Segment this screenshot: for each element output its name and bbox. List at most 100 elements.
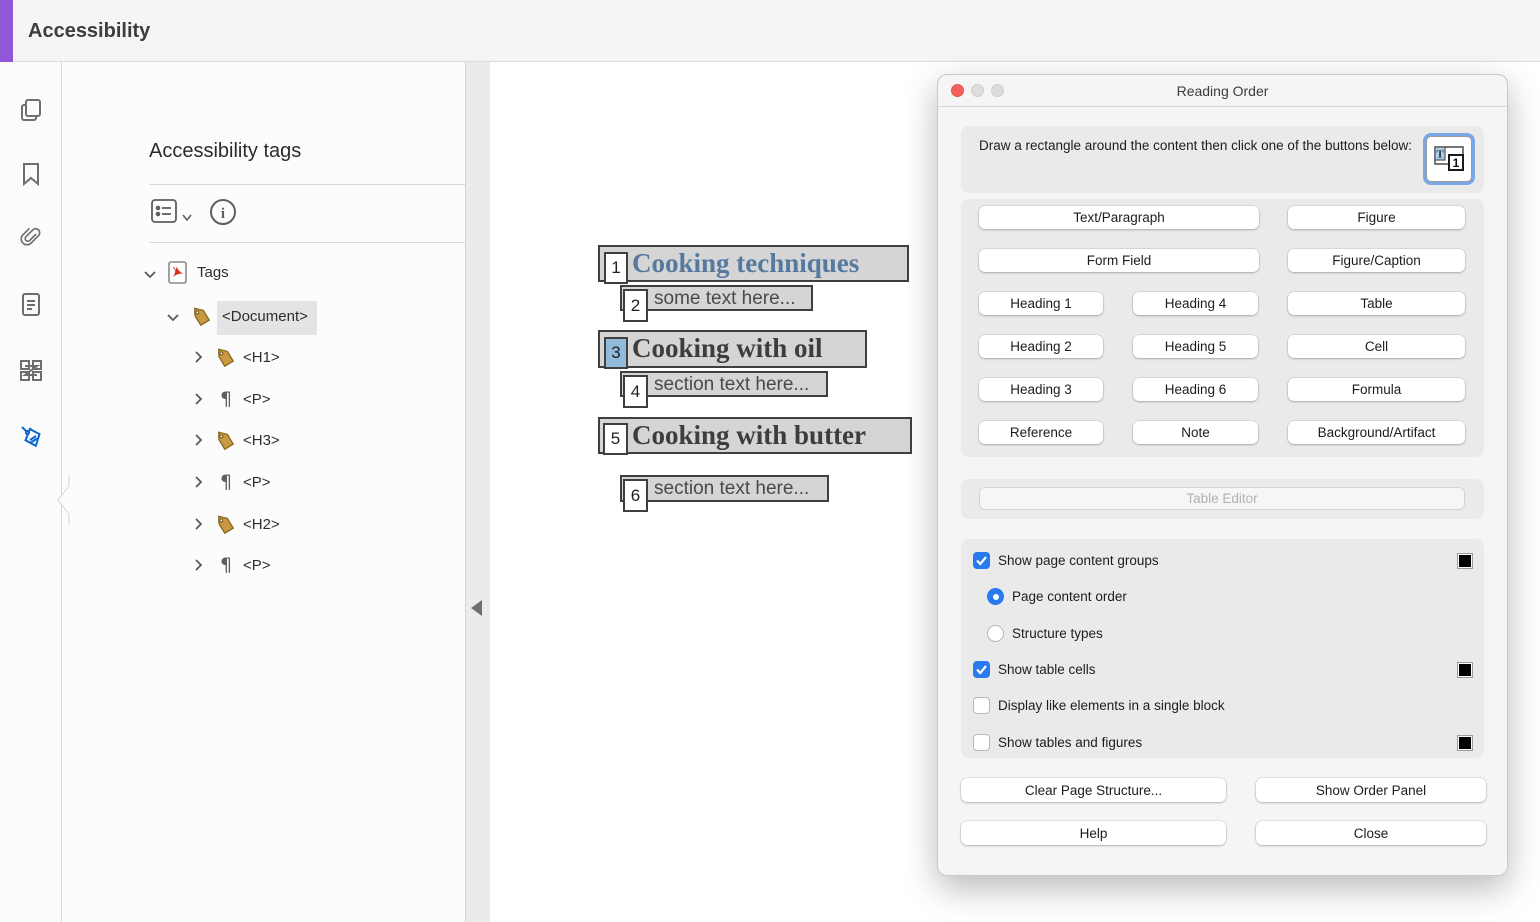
note-button[interactable]: Note (1133, 421, 1258, 444)
help-button[interactable]: Help (961, 821, 1226, 845)
content-block-heading2[interactable]: Cooking with butter (598, 417, 912, 454)
show-tables-figures-checkbox[interactable] (973, 734, 990, 751)
option-row: Display like elements in a single block (961, 697, 1484, 715)
show-table-cells-checkbox[interactable] (973, 661, 990, 678)
form-field-button[interactable]: Form Field (979, 249, 1259, 272)
content-block-heading1[interactable]: Cooking techniques (598, 245, 909, 282)
dropdown-caret-icon[interactable] (182, 208, 192, 215)
tree-item-document[interactable]: <Document> (222, 308, 308, 325)
divider (149, 242, 509, 243)
content-block-paragraph[interactable]: section text here... (620, 475, 829, 502)
attachments-icon[interactable] (16, 223, 46, 253)
tree-item-tags-root[interactable]: Tags (197, 264, 229, 281)
cell-button[interactable]: Cell (1288, 335, 1465, 358)
info-icon[interactable]: i (209, 198, 237, 226)
reading-order-dialog: Reading Order Draw a rectangle around th… (937, 74, 1508, 876)
show-order-panel-button[interactable]: Show Order Panel (1256, 778, 1486, 802)
content-block-paragraph[interactable]: section text here... (620, 371, 828, 397)
heading-3-button[interactable]: Heading 3 (979, 378, 1103, 401)
option-row: Structure types (961, 625, 1484, 643)
instruction-text: Draw a rectangle around the content then… (979, 136, 1424, 155)
formula-button[interactable]: Formula (1288, 378, 1465, 401)
chevron-down-icon[interactable] (143, 267, 157, 281)
table-editor-button: Table Editor (979, 487, 1465, 510)
text-paragraph-button[interactable]: Text/Paragraph (979, 206, 1259, 229)
option-label[interactable]: Display like elements in a single block (998, 698, 1225, 713)
tree-item-p[interactable]: <P> (243, 557, 271, 574)
option-label[interactable]: Show tables and figures (998, 735, 1142, 750)
option-row: Show table cells (961, 661, 1484, 679)
background-artifact-button[interactable]: Background/Artifact (1288, 421, 1465, 444)
dialog-title: Reading Order (938, 75, 1507, 107)
tree-item-p[interactable]: <P> (243, 474, 271, 491)
reading-order-badge[interactable]: 5 (603, 423, 628, 455)
accessibility-tags-panel: Accessibility tags i Tags <Document> <H1… (63, 62, 465, 922)
heading-6-button[interactable]: Heading 6 (1133, 378, 1258, 401)
content-icon[interactable] (16, 290, 46, 320)
tree-item-h2[interactable]: <H2> (243, 516, 280, 533)
chevron-right-icon[interactable] (191, 392, 205, 406)
table-button[interactable]: Table (1288, 292, 1465, 315)
collapse-panel-icon[interactable] (471, 600, 482, 616)
left-tool-rail (0, 62, 62, 922)
chevron-right-icon[interactable] (191, 475, 205, 489)
chevron-right-icon[interactable] (191, 517, 205, 531)
group-color-swatch[interactable] (1457, 553, 1473, 569)
option-label[interactable]: Structure types (1012, 626, 1103, 641)
svg-text:1: 1 (1453, 156, 1460, 170)
page-content-order-radio[interactable] (987, 588, 1004, 605)
figure-caption-button[interactable]: Figure/Caption (1288, 249, 1465, 272)
chevron-right-icon[interactable] (191, 350, 205, 364)
reference-button[interactable]: Reference (979, 421, 1103, 444)
heading-1-button[interactable]: Heading 1 (979, 292, 1103, 315)
close-traffic-light[interactable] (951, 84, 964, 97)
heading-4-button[interactable]: Heading 4 (1133, 292, 1258, 315)
order-panel-icon[interactable] (16, 355, 46, 385)
tree-item-p[interactable]: <P> (243, 391, 271, 408)
paragraph-icon: ¶ (220, 471, 232, 493)
reading-order-badge[interactable]: 1 (604, 252, 628, 284)
content-block-heading3[interactable]: Cooking with oil (598, 330, 867, 368)
table-cells-color-swatch[interactable] (1457, 662, 1473, 678)
chevron-right-icon[interactable] (191, 558, 205, 572)
option-label[interactable]: Page content order (1012, 589, 1127, 604)
tag-icon (214, 346, 237, 369)
reading-order-badge[interactable]: 4 (623, 375, 648, 408)
page-thumbnails-icon[interactable] (16, 95, 46, 125)
tree-item-h1[interactable]: <H1> (243, 349, 280, 366)
dialog-title-bar[interactable]: Reading Order (938, 75, 1507, 107)
reading-order-badge[interactable]: 6 (623, 479, 648, 512)
option-label[interactable]: Show table cells (998, 662, 1096, 677)
display-like-elements-checkbox[interactable] (973, 697, 990, 714)
tag-icon (190, 305, 213, 328)
reading-order-badge-selected[interactable]: 3 (604, 337, 628, 369)
reading-order-badge[interactable]: 2 (623, 289, 648, 322)
tables-figures-color-swatch[interactable] (1457, 735, 1473, 751)
show-page-content-groups-checkbox[interactable] (973, 552, 990, 569)
structure-types-radio[interactable] (987, 625, 1004, 642)
accent-stripe (0, 0, 13, 62)
page-title: Accessibility (28, 0, 150, 62)
chevron-right-icon[interactable] (191, 433, 205, 447)
option-label[interactable]: Show page content groups (998, 553, 1159, 568)
chevron-down-icon[interactable] (166, 310, 180, 324)
text-order-tool-icon[interactable]: T1 (1426, 136, 1472, 182)
tag-icon (214, 513, 237, 536)
figure-button[interactable]: Figure (1288, 206, 1465, 229)
panel-splitter[interactable] (465, 62, 490, 922)
tree-item-h3[interactable]: <H3> (243, 432, 280, 449)
clear-page-structure-button[interactable]: Clear Page Structure... (961, 778, 1226, 802)
divider (149, 184, 509, 185)
top-bar: Accessibility (0, 0, 1540, 62)
content-block-paragraph[interactable]: some text here... (620, 285, 813, 311)
display-options-panel: Show page content groups Page content or… (961, 539, 1484, 758)
list-options-icon[interactable] (151, 199, 177, 223)
bookmarks-icon[interactable] (16, 159, 46, 189)
svg-text:i: i (221, 206, 225, 222)
heading-5-button[interactable]: Heading 5 (1133, 335, 1258, 358)
accessibility-tags-icon[interactable] (16, 422, 46, 452)
close-button[interactable]: Close (1256, 821, 1486, 845)
minimize-traffic-light (971, 84, 984, 97)
heading-2-button[interactable]: Heading 2 (979, 335, 1103, 358)
paragraph-icon: ¶ (220, 554, 232, 576)
